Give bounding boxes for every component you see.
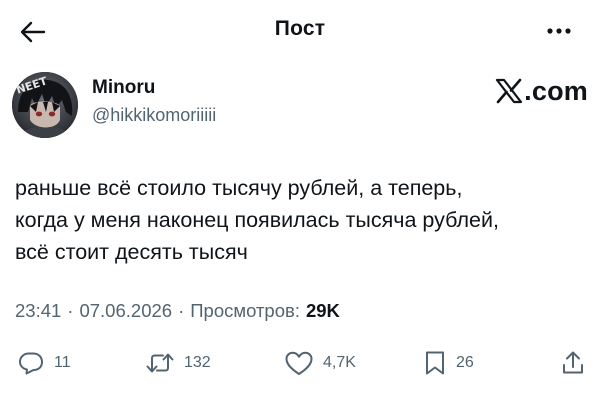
reply-count: 11: [54, 354, 71, 371]
bookmark-icon: [426, 351, 444, 375]
brand-text: .com: [524, 75, 588, 106]
bookmark-button[interactable]: 26: [424, 343, 474, 383]
reply-icon: [19, 352, 43, 375]
bookmark-count: 26: [456, 354, 474, 371]
action-bar: 11 132 4,7K 26: [0, 343, 600, 383]
post-text-line: когда у меня наконец появилась тысяча ру…: [15, 208, 499, 232]
x-logo-icon: [496, 78, 523, 104]
repost-count: 132: [184, 354, 211, 371]
share-button[interactable]: [561, 343, 585, 383]
avatar-image: NEET: [12, 72, 78, 138]
share-icon: [563, 351, 583, 374]
avatar[interactable]: NEET: [12, 72, 78, 138]
like-button[interactable]: 4,7K: [285, 343, 356, 383]
author-handle[interactable]: @hikkikomoriiiii: [92, 105, 216, 126]
reply-button[interactable]: 11: [18, 343, 71, 383]
post-metadata: 23:41 · 07.06.2026 · Просмотров: 29K: [15, 300, 340, 322]
separator-dot: ·: [67, 300, 74, 321]
views-count[interactable]: 29K: [306, 300, 340, 322]
author-row: NEET Minoru @hikkikomoriiiii .com: [12, 72, 588, 140]
like-count: 4,7K: [323, 354, 356, 371]
repost-icon: [146, 353, 174, 373]
views-label: Просмотров:: [190, 300, 300, 321]
post-time[interactable]: 23:41: [15, 300, 61, 322]
author-display-name[interactable]: Minoru: [92, 77, 155, 99]
more-horizontal-icon: [547, 28, 571, 34]
brand-watermark: .com: [495, 75, 588, 107]
more-button[interactable]: [544, 20, 574, 42]
post-text-line: всё стоит десять тысяч: [15, 240, 248, 264]
post-text-line: раньше всё стоило тысячу рублей, а тепер…: [15, 176, 463, 200]
heart-icon: [285, 351, 313, 375]
top-bar: Пост: [0, 0, 600, 60]
separator-dot: ·: [178, 300, 185, 321]
page-title: Пост: [274, 17, 326, 40]
post-date[interactable]: 07.06.2026: [79, 300, 172, 322]
repost-button[interactable]: 132: [146, 343, 211, 383]
post-text: раньше всё стоило тысячу рублей, а тепер…: [15, 172, 590, 268]
